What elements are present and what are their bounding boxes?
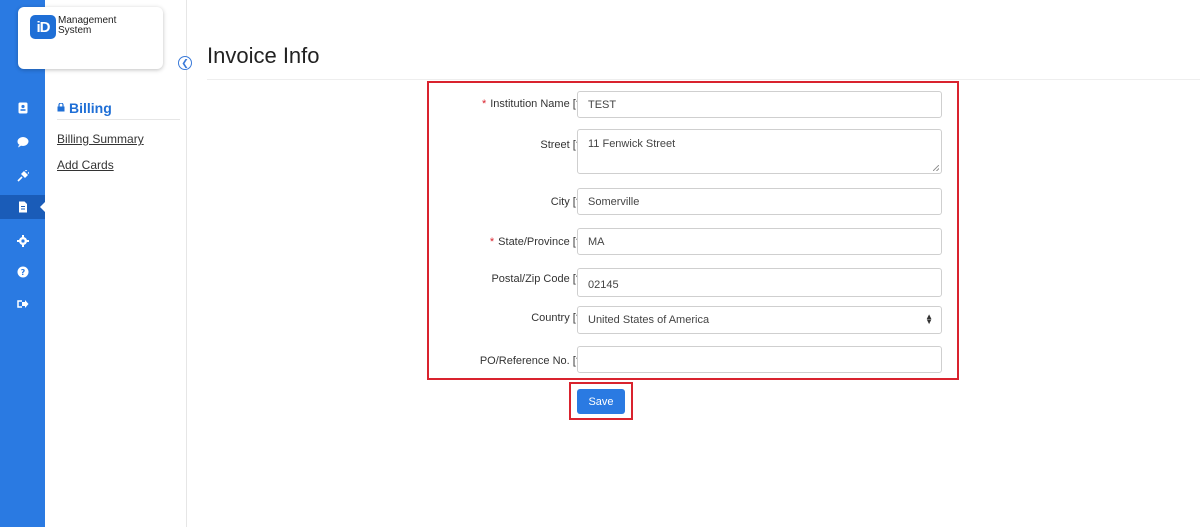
street-value: 11 Fenwick Street xyxy=(588,138,676,150)
id-card-icon[interactable] xyxy=(0,96,45,120)
city-input[interactable]: Somerville xyxy=(577,188,942,215)
active-indicator-arrow xyxy=(40,201,46,213)
street-textarea[interactable]: 11 Fenwick Street xyxy=(577,129,942,174)
po-reference-label: PO/Reference No. [?] xyxy=(479,355,585,367)
plug-icon[interactable] xyxy=(0,164,45,188)
required-marker: * xyxy=(489,236,495,248)
required-marker: * xyxy=(481,98,487,110)
invoice-form: * Institution Name [?] TEST Street [?] 11… xyxy=(427,81,959,380)
gear-icon[interactable] xyxy=(0,229,45,253)
help-icon[interactable]: ? xyxy=(0,260,45,284)
app-rail: ? xyxy=(0,0,46,527)
select-arrows-icon: ▲ ▼ xyxy=(925,312,933,326)
app-name-line2: System xyxy=(58,25,92,36)
state-label: * State/Province [?] xyxy=(490,236,585,248)
postal-input[interactable]: 02145 xyxy=(577,268,942,297)
submenu-title: Billing xyxy=(57,98,180,120)
submenu-title-label: Billing xyxy=(69,99,112,116)
postal-label: Postal/Zip Code [?] xyxy=(491,273,585,285)
country-selected-value: United States of America xyxy=(588,314,710,326)
sign-out-icon[interactable] xyxy=(0,292,45,316)
state-label-text: State/Province [?] xyxy=(498,236,585,248)
chat-icon[interactable] xyxy=(0,130,45,154)
country-select[interactable]: United States of America ▲ ▼ xyxy=(577,306,942,334)
chevron-left-icon: ❮ xyxy=(181,58,189,68)
institution-name-input[interactable]: TEST xyxy=(577,91,942,118)
lock-icon xyxy=(57,103,65,112)
institution-name-label-text: Institution Name [?] xyxy=(490,98,585,110)
state-input[interactable]: MA xyxy=(577,228,942,255)
collapse-sidebar-button[interactable]: ❮ xyxy=(178,56,192,70)
app-logo-card[interactable]: iD Management System xyxy=(18,7,163,69)
submenu-divider xyxy=(186,0,187,527)
submenu-link-add-cards[interactable]: Add Cards xyxy=(57,158,180,172)
page-title: Invoice Info xyxy=(207,43,320,68)
svg-text:?: ? xyxy=(20,268,25,277)
invoice-icon[interactable] xyxy=(0,195,46,219)
po-reference-input[interactable] xyxy=(577,346,942,373)
app-logo: iD xyxy=(30,15,56,39)
header-divider xyxy=(207,79,1200,80)
billing-submenu: Billing Billing Summary Add Cards xyxy=(57,98,180,172)
institution-name-label: * Institution Name [?] xyxy=(482,98,585,110)
app-name: Management System xyxy=(58,16,116,36)
submenu-link-billing-summary[interactable]: Billing Summary xyxy=(57,132,180,146)
resize-handle[interactable] xyxy=(933,165,939,171)
save-button[interactable]: Save xyxy=(577,389,625,414)
save-highlight: Save xyxy=(569,382,633,420)
